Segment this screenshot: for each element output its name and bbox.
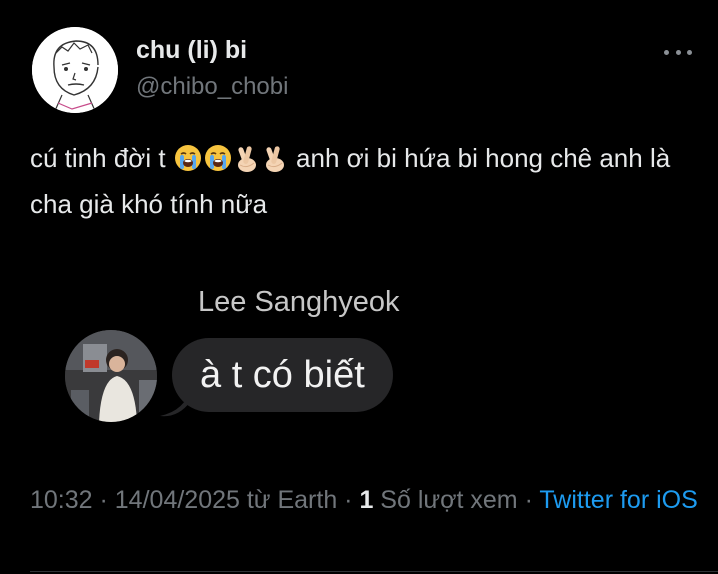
crossed-finger-hand-icon	[233, 143, 261, 184]
divider	[30, 571, 718, 572]
tweet: chu (li) bi @chibo_chobi cú tinh đời t a…	[0, 0, 718, 574]
tweet-metadata: 10:32 · 14/04/2025 từ Earth · 1 Số lượt …	[30, 484, 710, 517]
views-label: Số lượt xem	[373, 486, 518, 514]
view-count: 1	[359, 486, 374, 514]
meta-separator: ·	[337, 486, 360, 514]
contact-avatar	[65, 330, 157, 422]
meta-separator: ·	[92, 486, 115, 514]
tweet-media-image[interactable]: Lee Sanghyeok à t có biết	[30, 258, 690, 458]
more-dot-icon	[675, 49, 681, 55]
message-sender-name: Lee Sanghyeok	[198, 286, 400, 318]
more-dot-icon	[687, 49, 692, 55]
tweet-text-part-1: cú tinh đời t	[30, 143, 173, 173]
loudly-crying-face-icon	[203, 143, 233, 184]
more-dot-icon	[664, 49, 669, 55]
loudly-crying-face-icon	[173, 143, 203, 184]
tweet-text: cú tinh đời t anh ơi bi hứa bi hong chê …	[30, 138, 710, 224]
crossed-finger-hand-icon	[261, 143, 289, 184]
tweet-location: từ Earth	[239, 486, 338, 514]
more-options-button[interactable]	[664, 40, 692, 64]
sketch-face-avatar-image	[32, 27, 118, 113]
author-handle[interactable]: @chibo_chobi	[136, 73, 288, 101]
contact-photo-image	[65, 330, 157, 422]
meta-separator: ·	[517, 486, 540, 514]
author-avatar[interactable]	[32, 27, 118, 113]
author-display-name[interactable]: chu (li) bi	[136, 36, 247, 65]
tweet-date[interactable]: 14/04/2025	[115, 486, 240, 514]
tweet-time[interactable]: 10:32	[30, 486, 93, 514]
source-link[interactable]: Twitter for iOS	[539, 486, 697, 514]
message-bubble: à t có biết	[172, 338, 393, 412]
